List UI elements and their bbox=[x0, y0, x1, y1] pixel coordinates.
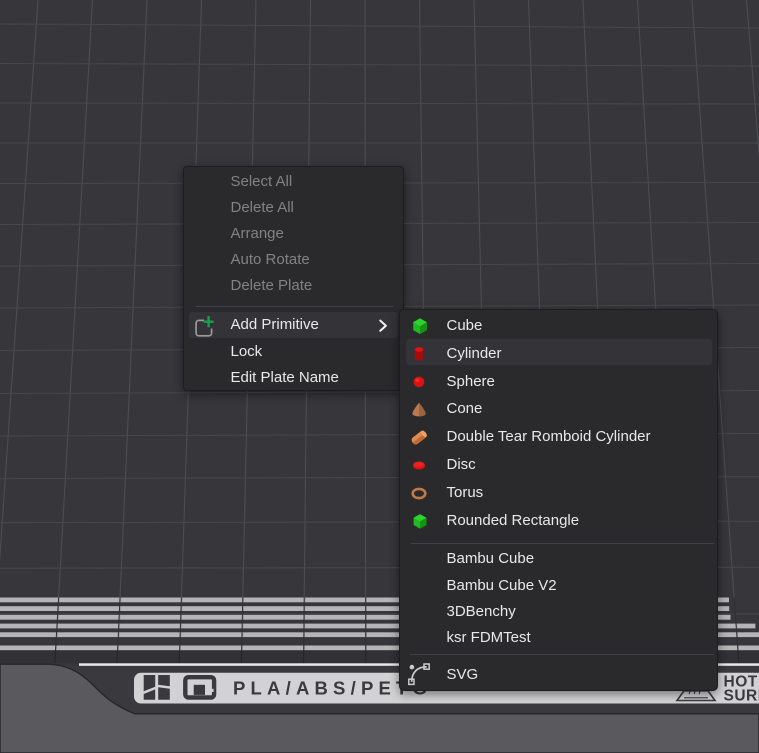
svg-text:SURFACE: SURFACE bbox=[724, 688, 759, 705]
